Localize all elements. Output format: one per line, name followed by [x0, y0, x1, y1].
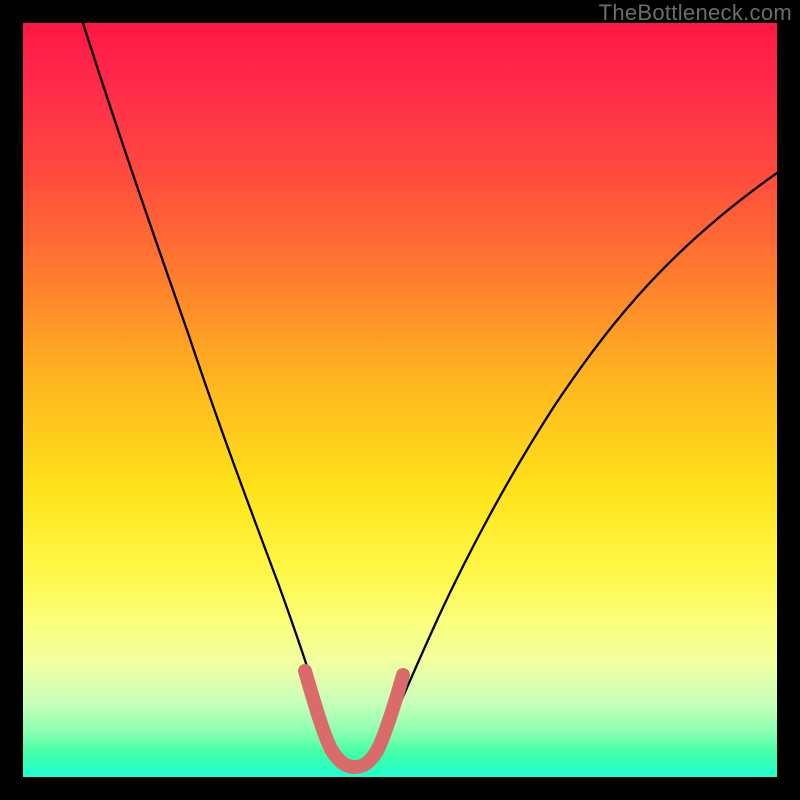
bottleneck-curve: [83, 23, 777, 766]
optimal-range-highlight: [305, 671, 403, 767]
chart-frame: TheBottleneck.com: [0, 0, 800, 800]
plot-area: [23, 23, 777, 777]
watermark-text: TheBottleneck.com: [599, 0, 792, 26]
curve-layer: [23, 23, 777, 777]
